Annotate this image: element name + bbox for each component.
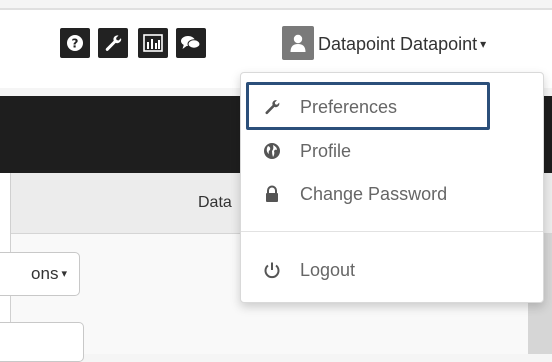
lock-icon — [262, 185, 282, 203]
user-name: Datapoint Datapoint — [318, 34, 478, 54]
chat-icon — [181, 36, 201, 49]
wrench-icon — [262, 98, 282, 116]
menu-item-label: Preferences — [300, 96, 398, 117]
messages-button[interactable] — [176, 28, 206, 58]
search-input[interactable] — [0, 322, 84, 362]
menu-item-label: Change Password — [300, 183, 448, 204]
user-avatar-button[interactable] — [282, 26, 314, 60]
menu-item-label: Profile — [300, 140, 352, 161]
menu-item-change-password[interactable]: Change Password — [241, 176, 543, 212]
menu-item-logout[interactable]: Logout — [241, 252, 543, 288]
sub-header-title: Data — [198, 194, 232, 211]
reports-button[interactable] — [138, 28, 168, 58]
dropdown-arrow — [280, 64, 296, 72]
help-button[interactable]: ? — [60, 28, 90, 58]
options-label: ons — [31, 264, 59, 283]
menu-item-profile[interactable]: Profile — [241, 133, 543, 169]
user-menu-toggle[interactable]: Datapoint Datapoint ▾ — [318, 34, 486, 55]
wrench-icon — [105, 35, 122, 51]
menu-divider — [241, 231, 543, 232]
chevron-down-icon: ▾ — [480, 37, 487, 51]
user-icon — [290, 34, 306, 52]
chevron-down-icon: ▾ — [61, 267, 67, 280]
tools-button[interactable] — [98, 28, 128, 58]
svg-text:?: ? — [72, 37, 79, 51]
user-dropdown-menu: Preferences Profile Change Password Logo… — [240, 72, 544, 303]
help-icon: ? — [67, 35, 83, 51]
globe-icon — [262, 142, 282, 160]
bar-chart-icon — [143, 34, 163, 52]
options-dropdown-button[interactable]: ons ▾ — [0, 252, 80, 296]
power-icon — [262, 261, 282, 279]
menu-item-label: Logout — [300, 259, 356, 280]
menu-item-preferences[interactable]: Preferences — [241, 89, 543, 125]
